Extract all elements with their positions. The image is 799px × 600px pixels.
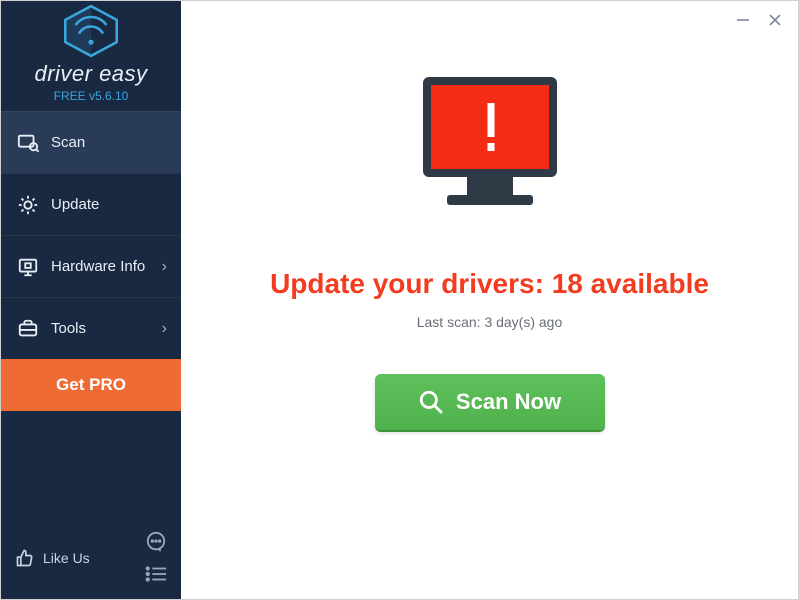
get-pro-label: Get PRO [56, 375, 126, 395]
sidebar-item-tools[interactable]: Tools › [1, 297, 181, 359]
sidebar-item-label: Hardware Info [51, 258, 145, 275]
sidebar-bottom-icons [145, 531, 167, 585]
alert-monitor-icon [405, 63, 575, 238]
like-us-button[interactable]: Like Us [15, 548, 90, 568]
close-button[interactable] [766, 11, 784, 29]
tools-icon [17, 318, 39, 340]
get-pro-button[interactable]: Get PRO [1, 359, 181, 411]
version-label: FREE v5.6.10 [1, 89, 181, 103]
scan-now-button[interactable]: Scan Now [375, 374, 605, 430]
window-controls [734, 11, 784, 29]
sidebar-item-update[interactable]: Update [1, 173, 181, 235]
last-scan-label: Last scan: 3 day(s) ago [417, 314, 563, 330]
chevron-right-icon: › [162, 320, 167, 338]
feedback-icon[interactable] [145, 531, 167, 553]
brand-name: driver easy [1, 61, 181, 87]
main-panel: Update your drivers: 18 available Last s… [181, 1, 798, 599]
app-logo-icon [54, 1, 128, 61]
sidebar-nav: Scan Update Hardware Info › [1, 111, 181, 359]
like-us-label: Like Us [43, 550, 90, 566]
sidebar-bottom: Like Us [1, 521, 181, 599]
sidebar-item-label: Tools [51, 320, 86, 337]
sidebar: driver easy FREE v5.6.10 Scan Update [1, 1, 181, 599]
status-headline: Update your drivers: 18 available [270, 268, 709, 300]
chevron-right-icon: › [162, 258, 167, 276]
thumbs-up-icon [15, 548, 35, 568]
hardware-info-icon [17, 256, 39, 278]
sidebar-item-label: Scan [51, 134, 85, 151]
update-icon [17, 194, 39, 216]
sidebar-item-scan[interactable]: Scan [1, 111, 181, 173]
sidebar-item-label: Update [51, 196, 99, 213]
search-icon [418, 389, 444, 415]
sidebar-item-hardware-info[interactable]: Hardware Info › [1, 235, 181, 297]
logo-region: driver easy FREE v5.6.10 [1, 1, 181, 103]
sidebar-spacer [1, 411, 181, 521]
scan-icon [17, 132, 39, 154]
minimize-button[interactable] [734, 11, 752, 29]
scan-button-label: Scan Now [456, 389, 561, 415]
menu-icon[interactable] [145, 563, 167, 585]
